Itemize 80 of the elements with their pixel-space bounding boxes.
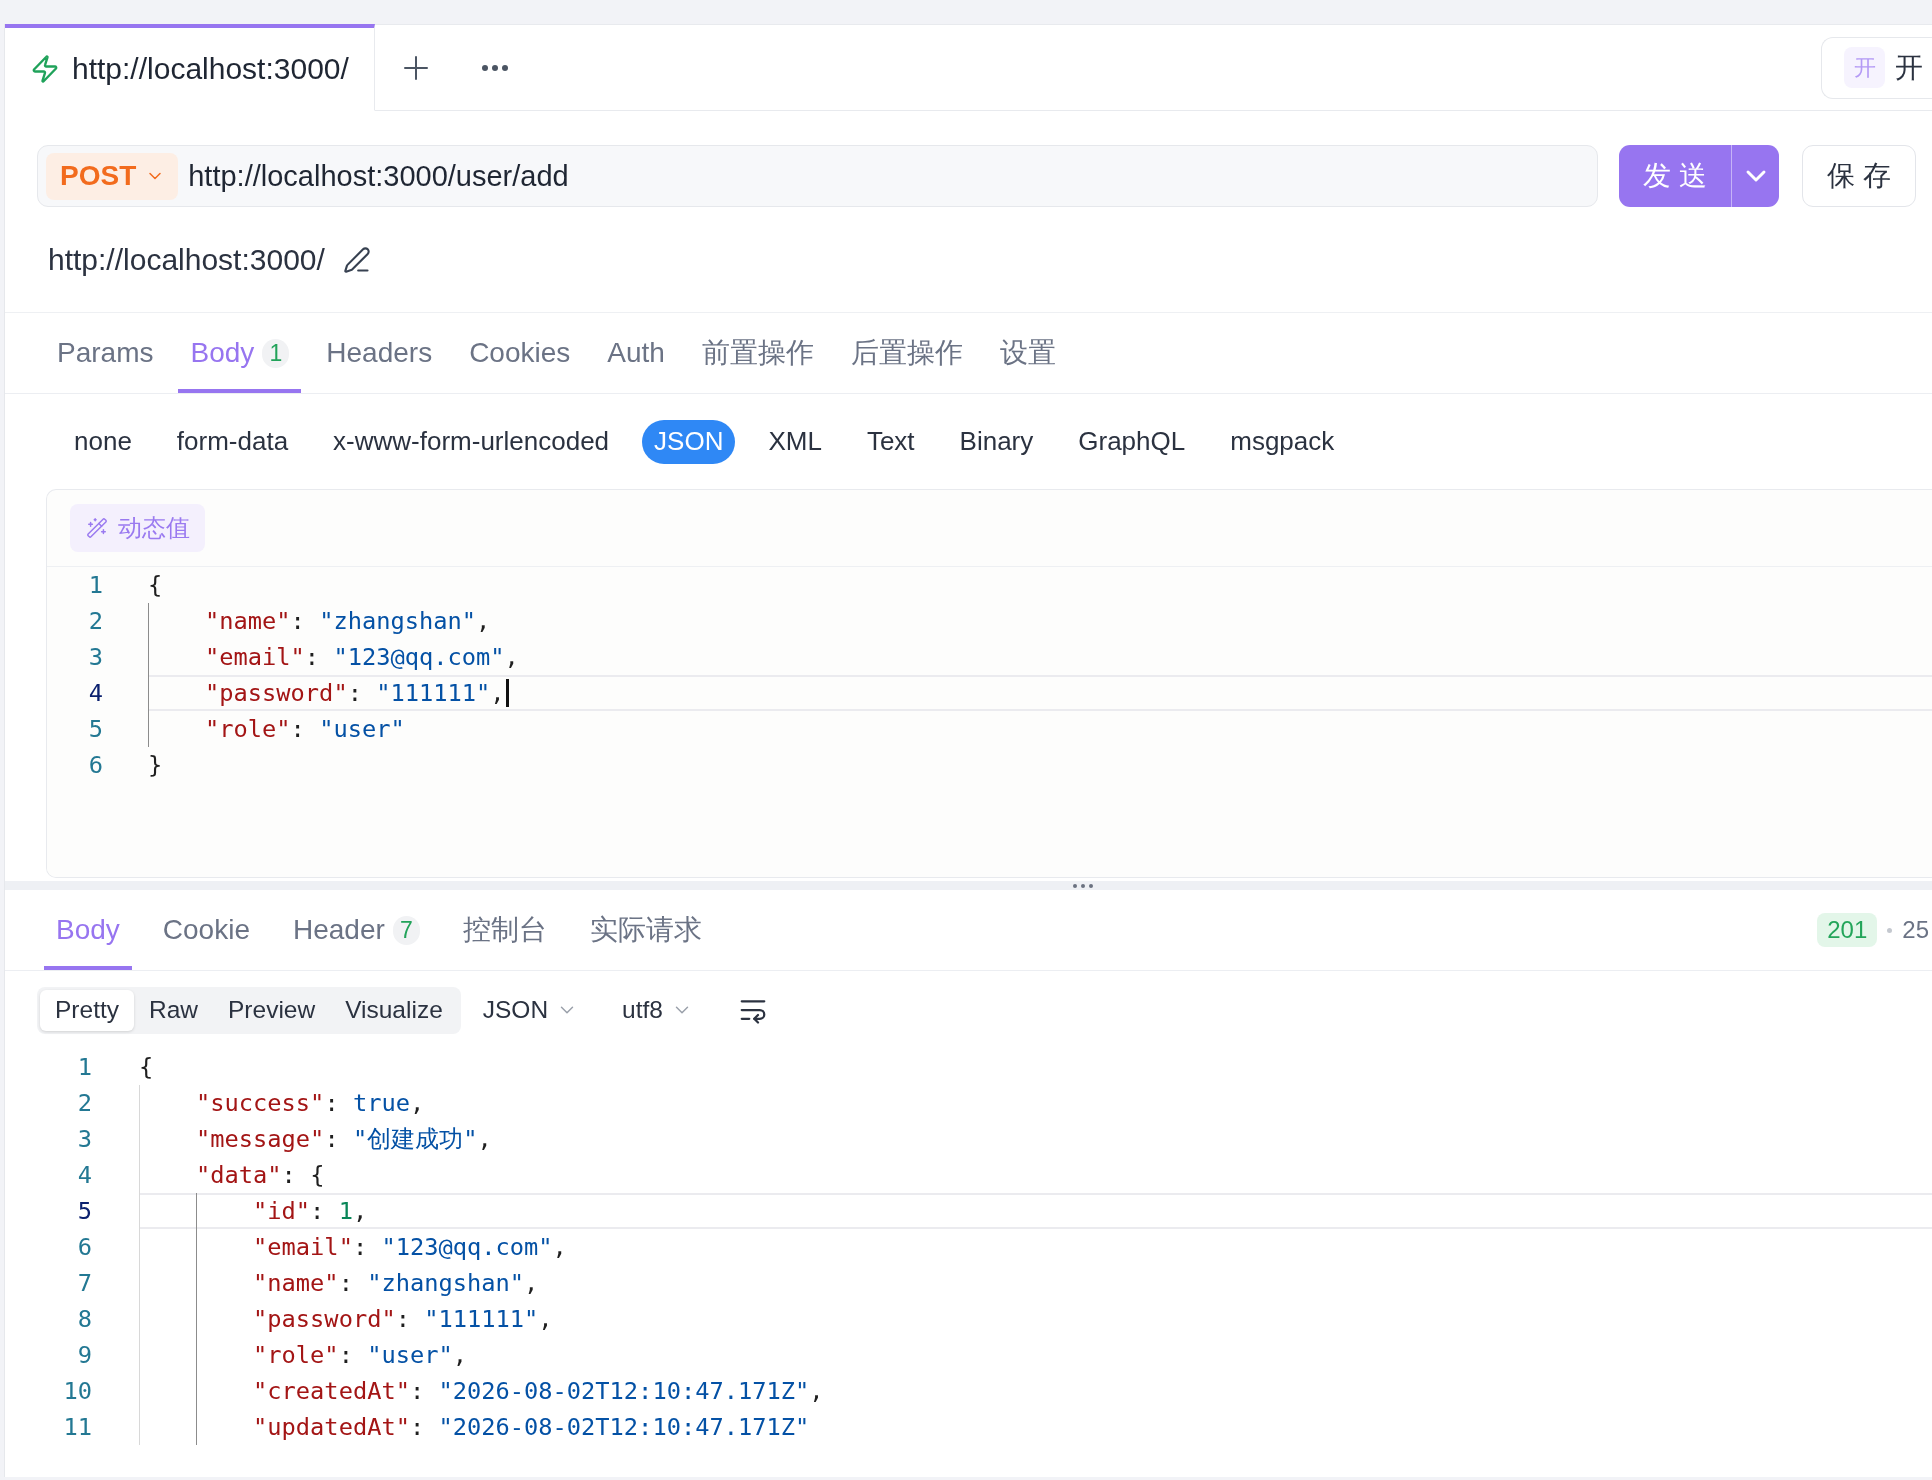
body-type-option[interactable]: GraphQL <box>1066 419 1198 464</box>
line-number: 3 <box>88 642 103 673</box>
request-section-tab[interactable]: 前置操作 <box>689 313 826 393</box>
format-dropdown[interactable]: JSON <box>471 989 590 1031</box>
ellipsis-icon[interactable] <box>482 64 508 71</box>
save-button[interactable]: 保 存 <box>1802 145 1916 207</box>
count-badge: 7 <box>392 915 420 945</box>
line-number: 9 <box>77 1340 92 1371</box>
base-url: http://localhost:3000/ <box>48 242 325 277</box>
code-line: } <box>148 750 163 781</box>
line-number: 1 <box>88 570 103 601</box>
count-badge: 1 <box>262 338 290 368</box>
line-number: 4 <box>77 1160 92 1191</box>
response-tab[interactable]: 实际请求 <box>577 890 714 970</box>
environment-name: 开 <box>1895 50 1923 85</box>
response-stat: 25 <box>1902 916 1929 944</box>
body-type-option[interactable]: x-www-form-urlencoded <box>321 419 622 464</box>
request-tab[interactable]: http://localhost:3000/ <box>5 24 375 111</box>
body-type-option[interactable]: form-data <box>164 419 301 464</box>
response-tab[interactable]: Cookie <box>150 890 262 970</box>
line-number: 3 <box>77 1124 92 1155</box>
url-bar[interactable]: POST http://localhost:3000/user/add <box>37 145 1598 207</box>
pencil-icon[interactable] <box>342 245 371 274</box>
request-section-tab[interactable]: 设置 <box>987 313 1068 393</box>
code-line: "email": "123@qq.com", <box>205 642 519 673</box>
code-line: { <box>139 1052 154 1083</box>
lightning-icon <box>30 54 60 84</box>
environment-selector[interactable]: 开 开 <box>1821 36 1932 99</box>
encoding-dropdown[interactable]: utf8 <box>611 989 704 1031</box>
request-section-tab[interactable]: 后置操作 <box>838 313 975 393</box>
view-mode-tab[interactable]: Raw <box>134 989 213 1031</box>
code-line: "password": "111111", <box>205 678 505 709</box>
separator-dot-icon <box>1887 927 1893 933</box>
request-section-tab[interactable]: Headers <box>314 313 445 393</box>
url-input[interactable]: http://localhost:3000/user/add <box>178 146 1589 206</box>
plus-icon[interactable] <box>404 55 428 80</box>
line-number: 11 <box>63 1412 92 1443</box>
line-number: 2 <box>88 606 103 637</box>
status-code: 201 <box>1817 913 1878 947</box>
code-line: "role": "user", <box>253 1340 467 1371</box>
code-line: "name": "zhangshan", <box>205 606 491 637</box>
line-number: 6 <box>88 750 103 781</box>
line-number: 4 <box>88 678 103 709</box>
code-line: "name": "zhangshan", <box>253 1268 539 1299</box>
code-line: "password": "111111", <box>253 1304 553 1335</box>
request-section-tab[interactable]: Params <box>45 313 166 393</box>
body-type-option[interactable]: XML <box>756 419 834 464</box>
send-options-button[interactable] <box>1731 145 1779 207</box>
line-number: 8 <box>77 1304 92 1335</box>
magic-wand-icon <box>86 517 108 539</box>
code-line: "success": true, <box>196 1088 425 1119</box>
code-line: { <box>148 570 163 601</box>
body-type-option[interactable]: none <box>62 419 144 464</box>
line-number: 6 <box>77 1232 92 1263</box>
line-number: 5 <box>88 714 103 745</box>
view-mode-tab[interactable]: Pretty <box>40 989 134 1031</box>
response-tab[interactable]: 控制台 <box>450 890 559 970</box>
request-section-tab[interactable]: Auth <box>595 313 677 393</box>
body-type-option[interactable]: JSON <box>642 419 736 464</box>
code-line: "role": "user" <box>205 714 405 745</box>
body-type-option[interactable]: Text <box>854 419 927 464</box>
body-type-option[interactable]: Binary <box>947 419 1046 464</box>
code-line: "id": 1, <box>253 1196 368 1227</box>
code-line: "email": "123@qq.com", <box>253 1232 567 1263</box>
drag-handle-icon <box>1073 883 1093 888</box>
response-tab[interactable]: Header 7 <box>281 890 432 970</box>
code-line: "createdAt": "2026-08-02T12:10:47.171Z", <box>253 1376 824 1407</box>
line-number: 7 <box>77 1268 92 1299</box>
code-line: "updatedAt": "2026-08-02T12:10:47.171Z" <box>253 1412 810 1443</box>
view-mode-tab[interactable]: Preview <box>213 989 331 1031</box>
line-number: 10 <box>63 1376 92 1407</box>
environment-avatar: 开 <box>1844 47 1885 88</box>
code-line: "data": { <box>196 1160 325 1191</box>
line-number: 1 <box>77 1052 92 1083</box>
line-number: 2 <box>77 1088 92 1119</box>
request-section-tab[interactable]: Cookies <box>457 313 583 393</box>
line-number: 5 <box>77 1196 92 1227</box>
code-line: "message": "创建成功", <box>196 1124 492 1155</box>
view-mode-tab[interactable]: Visualize <box>330 989 458 1031</box>
body-type-option[interactable]: msgpack <box>1218 419 1347 464</box>
